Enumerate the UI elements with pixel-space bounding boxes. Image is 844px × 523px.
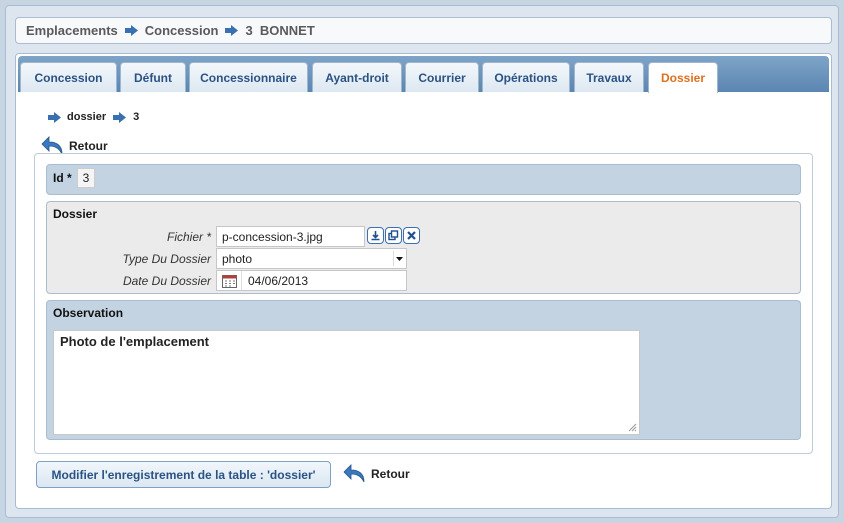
arrow-right-icon (113, 111, 127, 123)
tab-label: Concessionnaire (200, 70, 297, 85)
tab-label: Concession (34, 70, 103, 85)
calendar-button[interactable] (217, 271, 242, 290)
fichier-field[interactable]: p-concession-3.jpg (216, 226, 365, 247)
breadcrumb-item-current: 3 BONNET (245, 23, 315, 38)
retour-label: Retour (371, 467, 410, 481)
tab-bar: Concession Défunt Concessionnaire Ayant-… (18, 56, 829, 93)
tab-label: Défunt (134, 70, 172, 85)
tab-ayant-droit[interactable]: Ayant-droit (312, 62, 402, 92)
copy-icon (388, 230, 399, 241)
arrow-right-icon (225, 25, 239, 36)
modify-record-button[interactable]: Modifier l'enregistrement de la table : … (36, 461, 331, 488)
arrow-right-icon (124, 25, 138, 36)
tab-label: Dossier (660, 71, 706, 85)
id-section: Id * 3 (46, 164, 801, 195)
id-value: 3 (77, 168, 95, 188)
tab-label: Opérations (494, 70, 558, 85)
observation-value: Photo de l'emplacement (60, 334, 210, 349)
breadcrumb-item-emplacements[interactable]: Emplacements (26, 23, 118, 38)
tab-dossier[interactable]: Dossier (648, 62, 718, 93)
sub-breadcrumb: dossier 3 (48, 111, 139, 123)
fichier-value: p-concession-3.jpg (222, 229, 323, 244)
modify-record-label: Modifier l'enregistrement de la table : … (51, 467, 316, 482)
chevron-down-icon (395, 256, 403, 261)
date-dossier-value: 04/06/2013 (248, 273, 309, 288)
calendar-icon (221, 274, 237, 288)
dossier-section: Dossier Fichier * p-concession-3.jpg Typ… (46, 201, 801, 294)
sub-breadcrumb-item-dossier[interactable]: dossier (67, 111, 106, 123)
download-icon (371, 231, 380, 241)
back-arrow-icon (343, 464, 365, 483)
close-icon (407, 231, 416, 240)
tab-label: Travaux (586, 70, 632, 85)
dropdown-arrow (393, 251, 404, 266)
breadcrumb-item-concession[interactable]: Concession (145, 23, 219, 38)
id-label: Id * (53, 171, 72, 185)
type-dossier-label: Type Du Dossier (122, 252, 211, 266)
sub-breadcrumb-item-id: 3 (133, 111, 140, 123)
type-dossier-select[interactable]: photo (216, 248, 407, 269)
tab-label: Ayant-droit (325, 70, 389, 85)
delete-button[interactable] (403, 227, 420, 244)
date-dossier-field[interactable]: 04/06/2013 (216, 270, 407, 291)
main-panel: Concession Défunt Concessionnaire Ayant-… (15, 53, 832, 509)
breadcrumb: Emplacements Concession 3 BONNET (15, 17, 832, 44)
resize-grip-icon[interactable] (628, 423, 637, 432)
tab-courrier[interactable]: Courrier (405, 62, 479, 92)
tab-label: Courrier (418, 70, 466, 85)
fichier-label: Fichier * (166, 230, 211, 244)
observation-section: Observation Photo de l'emplacement (46, 300, 801, 440)
tab-defunt[interactable]: Défunt (120, 62, 186, 92)
type-dossier-value: photo (222, 251, 253, 266)
download-button[interactable] (367, 227, 384, 244)
copy-button[interactable] (385, 227, 402, 244)
retour-link-bottom[interactable]: Retour (343, 464, 410, 484)
date-dossier-label: Date Du Dossier (122, 274, 211, 288)
tab-travaux[interactable]: Travaux (574, 62, 644, 92)
tab-concession[interactable]: Concession (20, 62, 117, 92)
tab-operations[interactable]: Opérations (482, 62, 570, 92)
retour-label: Retour (69, 139, 108, 153)
observation-textarea[interactable]: Photo de l'emplacement (53, 330, 640, 435)
arrow-right-icon (48, 111, 61, 123)
form-container: Id * 3 Dossier Fichier * p-concession-3.… (34, 153, 813, 454)
dossier-section-title: Dossier (53, 207, 98, 221)
tab-concessionnaire[interactable]: Concessionnaire (189, 62, 308, 92)
observation-section-title: Observation (53, 306, 124, 320)
